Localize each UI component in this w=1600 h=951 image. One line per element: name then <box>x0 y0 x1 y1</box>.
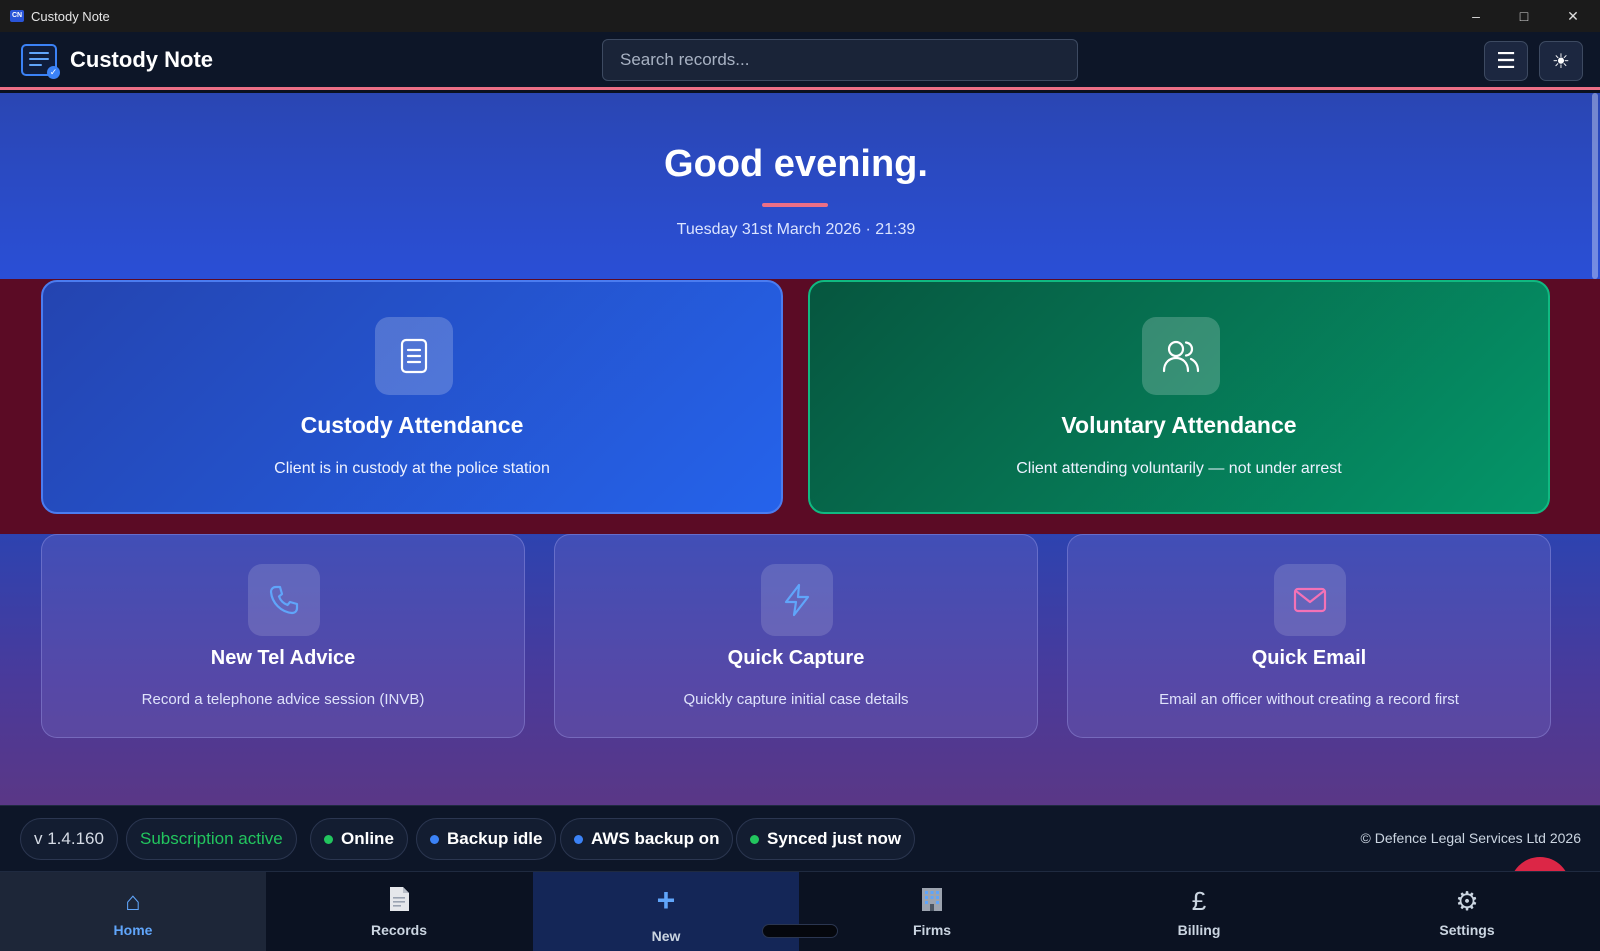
version-badge: v 1.4.160 <box>20 818 118 860</box>
home-icon: ⌂ <box>125 886 141 916</box>
voluntary-attendance-card[interactable]: Voluntary Attendance Client attending vo… <box>808 280 1550 514</box>
document-icon <box>375 317 453 395</box>
card-description: Email an officer without creating a reco… <box>1159 691 1459 708</box>
sync-label: Synced just now <box>767 829 902 848</box>
records-icon <box>266 886 532 919</box>
custody-attendance-card[interactable]: Custody Attendance Client is in custody … <box>41 280 783 514</box>
nav-billing[interactable]: £ Billing <box>1066 872 1332 951</box>
lightning-icon <box>761 564 833 636</box>
hamburger-icon: ☰ <box>1496 48 1516 73</box>
card-title: Custody Attendance <box>300 412 524 438</box>
gesture-home-bar <box>762 924 838 938</box>
card-description: Client is in custody at the police stati… <box>274 460 550 477</box>
maximize-button[interactable]: □ <box>1500 0 1548 32</box>
building-icon <box>799 886 1065 919</box>
card-description: Quickly capture initial case details <box>683 691 909 708</box>
main-content: Good evening. Tuesday 31st March 2026 · … <box>0 93 1600 805</box>
copyright-text: © Defence Legal Services Ltd 2026 <box>1360 830 1581 846</box>
sync-status: Synced just now <box>736 818 916 860</box>
mail-icon <box>1274 564 1346 636</box>
backup-status: Backup idle <box>416 818 557 860</box>
plus-icon: + <box>656 882 676 918</box>
users-icon <box>1142 317 1220 395</box>
scrollbar-thumb[interactable] <box>1592 93 1598 279</box>
nav-label: New <box>651 928 681 944</box>
nav-home[interactable]: ⌂ Home <box>0 872 266 951</box>
card-title: Quick Email <box>1251 647 1367 669</box>
subscription-status: Subscription active <box>126 818 297 860</box>
quick-email-card[interactable]: Quick Email Email an officer without cre… <box>1067 534 1551 738</box>
nav-firms[interactable]: Firms <box>799 872 1065 951</box>
hero-banner: Good evening. Tuesday 31st March 2026 · … <box>0 93 1600 279</box>
online-status: Online <box>310 818 408 860</box>
search-input[interactable] <box>602 39 1078 81</box>
aws-label: AWS backup on <box>591 829 720 848</box>
new-tel-advice-card[interactable]: New Tel Advice Record a telephone advice… <box>41 534 525 738</box>
nav-label: Billing <box>1177 922 1221 938</box>
theme-toggle-button[interactable]: ☀ <box>1539 41 1583 81</box>
online-label: Online <box>341 829 394 848</box>
app-header: ✓ Custody Note ☰ ☀ <box>0 32 1600 90</box>
backup-dot-icon <box>430 834 439 844</box>
nav-new[interactable]: + New <box>533 872 799 951</box>
menu-button[interactable]: ☰ <box>1484 41 1528 81</box>
card-description: Record a telephone advice session (INVB) <box>141 691 425 708</box>
greeting-underline <box>762 203 828 207</box>
nav-label: Home <box>113 922 153 938</box>
nav-records[interactable]: Records <box>266 872 532 951</box>
brand-name: Custody Note <box>70 47 213 72</box>
nav-settings[interactable]: ⚙ Settings <box>1334 872 1600 951</box>
sync-dot-icon <box>750 834 759 844</box>
window-titlebar: CN Custody Note – □ ✕ <box>0 0 1600 32</box>
phone-icon <box>248 564 320 636</box>
close-button[interactable]: ✕ <box>1549 0 1597 32</box>
status-bar: v 1.4.160 Subscription active Online Bac… <box>0 805 1600 917</box>
aws-dot-icon <box>574 834 583 844</box>
card-title: Quick Capture <box>727 647 865 669</box>
logo-icon: ✓ <box>21 44 60 79</box>
card-description: Client attending voluntarily — not under… <box>1016 460 1342 477</box>
nav-label: Settings <box>1439 922 1495 938</box>
card-title: Voluntary Attendance <box>1061 412 1297 438</box>
current-datetime: Tuesday 31st March 2026 · 21:39 <box>676 221 916 238</box>
app-icon: CN <box>10 10 24 22</box>
bottom-navigation: ⌂ Home Records + New Firms £ Billing ⚙ S… <box>0 871 1600 951</box>
pound-icon: £ <box>1191 886 1207 916</box>
gear-icon: ⚙ <box>1455 886 1479 916</box>
window-title: Custody Note <box>31 8 110 24</box>
minimize-button[interactable]: – <box>1452 0 1500 32</box>
aws-backup-status: AWS backup on <box>560 818 734 860</box>
nav-label: Records <box>370 922 428 938</box>
nav-label: Firms <box>912 922 952 938</box>
greeting: Good evening. <box>664 143 928 185</box>
card-title: New Tel Advice <box>210 647 356 669</box>
online-dot-icon <box>324 834 333 844</box>
backup-label: Backup idle <box>447 829 543 848</box>
sun-icon: ☀ <box>1552 50 1570 73</box>
quick-capture-card[interactable]: Quick Capture Quickly capture initial ca… <box>554 534 1038 738</box>
